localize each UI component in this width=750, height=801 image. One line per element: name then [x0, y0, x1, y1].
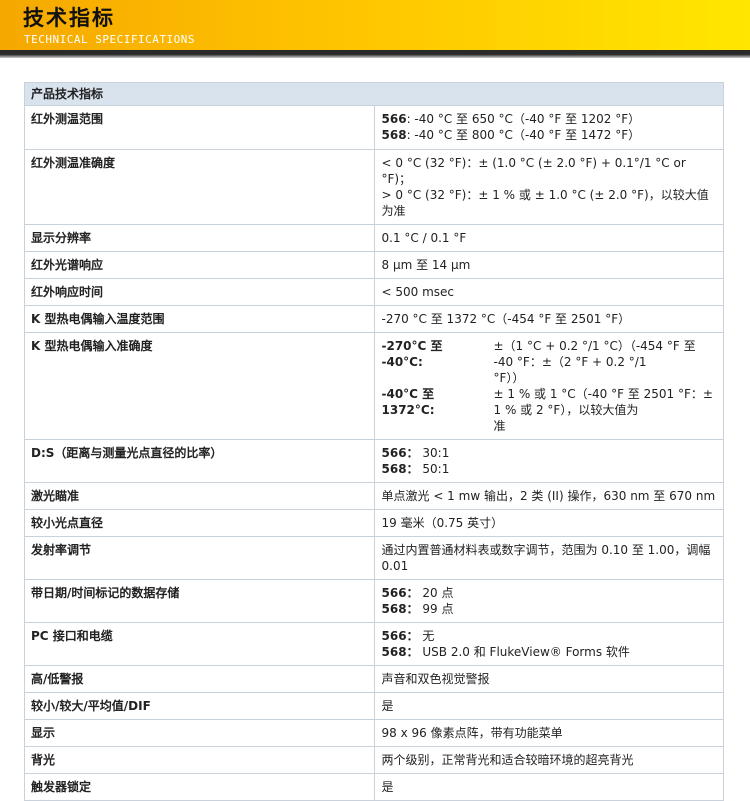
table-row: 发射率调节 通过内置普通材料表或数字调节，范围为 0.10 至 1.00，调幅 …	[24, 536, 724, 580]
model-label: 568：	[381, 645, 419, 659]
table-row: K 型热电偶输入温度范围 -270 °C 至 1372 °C（-454 °F 至…	[24, 305, 724, 333]
row-label: 带日期/时间标记的数据存储	[24, 579, 375, 623]
table-row: 红外测温范围 566: -40 °C 至 650 °C（-40 °F 至 120…	[24, 105, 724, 150]
row-label: 红外响应时间	[24, 278, 375, 306]
row-value: 是	[373, 692, 724, 720]
table-row: D:S（距离与测量光点直径的比率） 566： 30:1 568： 50:1	[24, 439, 724, 483]
value-text: ±（1 °C + 0.2 °/1 °C）（-454 °F 至 -40 °F：±（…	[493, 339, 696, 369]
row-value: < 500 msec	[373, 278, 724, 306]
model-label: 566：	[381, 446, 419, 460]
section-banner: 技术指标 TECHNICAL SPECIFICATIONS	[0, 0, 750, 50]
row-value: 单点激光 < 1 mw 输出，2 类 (II) 操作，630 nm 至 670 …	[373, 482, 724, 510]
row-value: 声音和双色视觉警报	[373, 665, 724, 693]
model-label: 568：	[381, 602, 419, 616]
table-row: 带日期/时间标记的数据存储 566： 20 点 568： 99 点	[24, 579, 724, 623]
table-header-row: 产品技术指标	[24, 82, 724, 106]
table-row: 激光瞄准 单点激光 < 1 mw 输出，2 类 (II) 操作，630 nm 至…	[24, 482, 724, 510]
row-value: 8 μm 至 14 μm	[373, 251, 724, 279]
value-text: 99 点	[422, 602, 454, 616]
model-label: 566：	[381, 586, 419, 600]
row-value: 566： 30:1 568： 50:1	[373, 439, 724, 483]
row-value: 是	[373, 773, 724, 801]
table-row: 较小光点直径 19 毫米（0.75 英寸）	[24, 509, 724, 537]
row-value: 0.1 °C / 0.1 °F	[373, 224, 724, 252]
row-label: 发射率调节	[24, 536, 375, 580]
range-label: -40°C:	[381, 355, 423, 369]
row-label: 较小/较大/平均值/DIF	[24, 692, 375, 720]
range-label: 1372°C:	[381, 403, 435, 417]
value-text: 30:1	[422, 446, 450, 460]
table-row: K 型热电偶输入准确度 -270°C 至 -40°C: ±（1 °C + 0.2 …	[24, 332, 724, 440]
row-label: D:S（距离与测量光点直径的比率）	[24, 439, 375, 483]
row-label: 背光	[24, 746, 375, 774]
value-text: 50:1	[422, 462, 450, 476]
row-label: 显示	[24, 719, 375, 747]
model-label: 566：	[381, 629, 419, 643]
row-label: 激光瞄准	[24, 482, 375, 510]
row-label: PC 接口和电缆	[24, 622, 375, 666]
row-label: 红外测温准确度	[24, 149, 375, 225]
table-row: 红外测温准确度 < 0 °C (32 °F)：± (1.0 °C (± 2.0 …	[24, 149, 724, 225]
row-value: 98 x 96 像素点阵，带有功能菜单	[373, 719, 724, 747]
row-label: 红外测温范围	[24, 105, 375, 150]
row-value: 19 毫米（0.75 英寸）	[373, 509, 724, 537]
table-row: 较小/较大/平均值/DIF 是	[24, 692, 724, 720]
table-row: 触发器锁定 是	[24, 773, 724, 801]
row-value: -270°C 至 -40°C: ±（1 °C + 0.2 °/1 °C）（-454…	[373, 332, 724, 440]
value-text: 无	[422, 629, 435, 643]
row-label: 高/低警报	[24, 665, 375, 693]
row-label: 较小光点直径	[24, 509, 375, 537]
value-text: : -40 °C 至 650 °C（-40 °F 至 1202 °F）	[406, 112, 641, 126]
range-label: -270°C 至	[381, 339, 443, 353]
model-label: 568	[381, 128, 407, 142]
row-value: 566: -40 °C 至 650 °C（-40 °F 至 1202 °F） 5…	[373, 105, 724, 150]
row-value: < 0 °C (32 °F)：± (1.0 °C (± 2.0 °F) + 0.…	[373, 149, 724, 225]
spec-table: 产品技术指标 红外测温范围 566: -40 °C 至 650 °C（-40 °…	[24, 82, 724, 801]
table-row: 显示 98 x 96 像素点阵，带有功能菜单	[24, 719, 724, 747]
value-text: ± 1 % 或 1 °C（-40 °F 至 2501 °F：± 1 % 或 2 …	[493, 387, 713, 417]
model-label: 566	[381, 112, 407, 126]
section-subtitle: TECHNICAL SPECIFICATIONS	[24, 33, 195, 46]
value-text: 20 点	[422, 586, 454, 600]
row-value: 通过内置普通材料表或数字调节，范围为 0.10 至 1.00，调幅 0.01	[373, 536, 724, 580]
table-row: PC 接口和电缆 566： 无 568： USB 2.0 和 FlukeView…	[24, 622, 724, 666]
value-text: °F））	[493, 371, 525, 385]
row-label: 红外光谱响应	[24, 251, 375, 279]
table-header: 产品技术指标	[24, 82, 724, 106]
row-value: 两个级别，正常背光和适合较暗环境的超亮背光	[373, 746, 724, 774]
range-label: -40°C 至	[381, 387, 435, 401]
table-row: 背光 两个级别，正常背光和适合较暗环境的超亮背光	[24, 746, 724, 774]
row-value: -270 °C 至 1372 °C（-454 °F 至 2501 °F）	[373, 305, 724, 333]
table-row: 红外光谱响应 8 μm 至 14 μm	[24, 251, 724, 279]
model-label: 568：	[381, 462, 419, 476]
row-value: 566： 无 568： USB 2.0 和 FlukeView® Forms 软…	[373, 622, 724, 666]
banner-divider	[0, 50, 750, 58]
row-label: K 型热电偶输入温度范围	[24, 305, 375, 333]
value-text: < 0 °C (32 °F)：± (1.0 °C (± 2.0 °F) + 0.…	[381, 156, 686, 186]
row-value: 566： 20 点 568： 99 点	[373, 579, 724, 623]
value-text: USB 2.0 和 FlukeView® Forms 软件	[422, 645, 630, 659]
table-row: 高/低警报 声音和双色视觉警报	[24, 665, 724, 693]
value-text: > 0 °C (32 °F)：± 1 % 或 ± 1.0 °C (± 2.0 °…	[381, 188, 709, 218]
value-text: : -40 °C 至 800 °C（-40 °F 至 1472 °F）	[406, 128, 641, 142]
row-label: 显示分辨率	[24, 224, 375, 252]
row-label: K 型热电偶输入准确度	[24, 332, 375, 440]
table-row: 显示分辨率 0.1 °C / 0.1 °F	[24, 224, 724, 252]
value-text: 准	[493, 419, 506, 433]
section-title: 技术指标	[23, 6, 115, 30]
row-label: 触发器锁定	[24, 773, 375, 801]
table-row: 红外响应时间 < 500 msec	[24, 278, 724, 306]
